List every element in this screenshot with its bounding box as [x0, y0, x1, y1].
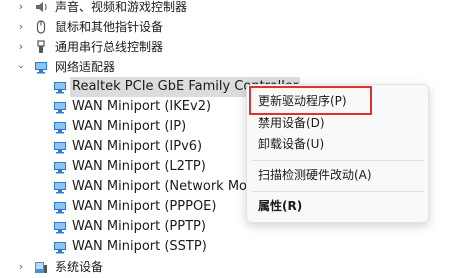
adapter-label: WAN Miniport (L2TP): [72, 159, 206, 174]
system-device-icon: [33, 259, 49, 275]
network-adapter-icon: [52, 139, 68, 155]
usb-icon: [33, 39, 49, 55]
category-label: 声音、视频和游戏控制器: [55, 0, 188, 14]
mouse-icon: [33, 19, 49, 35]
network-adapter-icon: [33, 59, 49, 75]
chevron-right-icon[interactable]: ›: [15, 1, 27, 13]
speaker-icon: [33, 0, 49, 15]
network-adapter-icon: [52, 79, 68, 95]
adapter-label: WAN Miniport (IKEv2): [72, 99, 212, 114]
category-label: 鼠标和其他指针设备: [55, 20, 164, 34]
chevron-right-icon[interactable]: ›: [15, 21, 27, 33]
menu-separator: [251, 191, 424, 192]
chevron-right-icon[interactable]: ›: [15, 41, 27, 53]
network-adapter-icon: [52, 119, 68, 135]
network-adapter-icon: [52, 179, 68, 195]
category-label: 通用串行总线控制器: [55, 40, 164, 54]
adapter-label: WAN Miniport (IP): [72, 119, 187, 134]
chevron-right-icon[interactable]: ›: [15, 261, 27, 273]
network-adapter-icon: [52, 99, 68, 115]
network-adapter-icon: [52, 219, 68, 235]
network-adapter-icon: [52, 159, 68, 175]
adapter-label: WAN Miniport (PPTP): [72, 219, 206, 234]
menu-item-uninstall-device[interactable]: 卸载设备(U): [258, 134, 324, 154]
network-adapter-icon: [52, 199, 68, 215]
menu-item-disable-device[interactable]: 禁用设备(D): [258, 113, 325, 133]
menu-separator: [251, 160, 424, 161]
category-label: 网络适配器: [55, 60, 116, 74]
chevron-down-icon[interactable]: ›: [15, 61, 28, 73]
adapter-label: WAN Miniport (PPPOE): [72, 199, 217, 214]
adapter-label: WAN Miniport (IPv6): [72, 139, 203, 154]
category-label: 系统设备: [55, 260, 104, 274]
menu-item-scan-hardware[interactable]: 扫描检测硬件改动(A): [258, 165, 372, 185]
highlight-box: [249, 86, 372, 115]
adapter-label: WAN Miniport (SSTP): [72, 239, 207, 254]
network-adapter-icon: [52, 239, 68, 255]
menu-item-properties[interactable]: 属性(R): [258, 196, 302, 216]
